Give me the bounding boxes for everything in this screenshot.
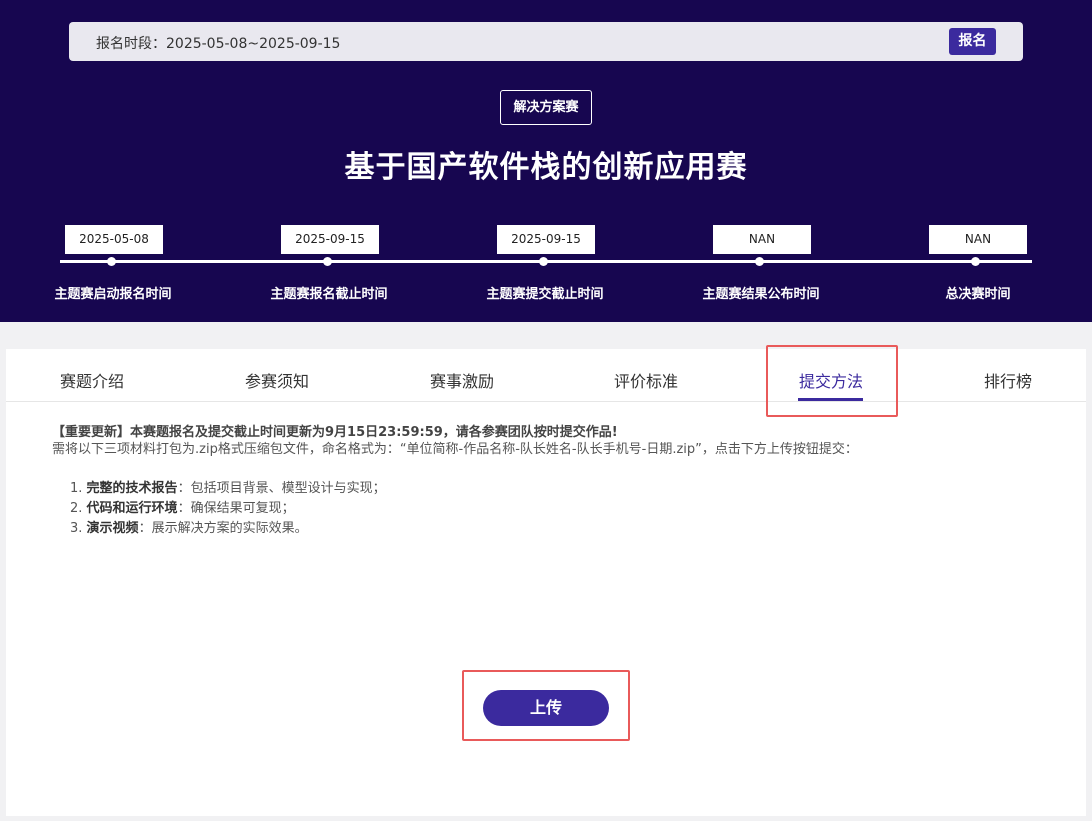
page-title: 基于国产软件栈的创新应用赛 xyxy=(344,150,748,185)
list-item: 1. 完整的技术报告：包括项目背景、模型设计与实现； xyxy=(70,479,386,499)
requirement-title: 演示视频 xyxy=(86,521,139,536)
content-panel: 赛题介绍 参赛须知 赛事激励 评价标准 提交方法 排行榜 xyxy=(6,349,1086,816)
timeline-date: NAN xyxy=(929,225,1027,254)
tab-bar: 赛题介绍 参赛须知 赛事激励 评价标准 提交方法 排行榜 xyxy=(6,349,1086,402)
upload-button[interactable]: 上传 xyxy=(483,690,609,726)
timeline-date: 2025-05-08 xyxy=(65,225,163,254)
registration-period: 报名时段：2025-05-08~2025-09-15 xyxy=(96,36,341,52)
requirements-list: 1. 完整的技术报告：包括项目背景、模型设计与实现； 2. 代码和运行环境：确保… xyxy=(70,479,386,539)
tab-intro[interactable]: 赛题介绍 xyxy=(60,368,124,392)
tab-criteria[interactable]: 评价标准 xyxy=(614,368,678,392)
header-banner: 报名时段：2025-05-08~2025-09-15 报名 解决方案赛 基于国产… xyxy=(0,0,1092,322)
list-item: 2. 代码和运行环境：确保结果可复现； xyxy=(70,499,386,519)
timeline-label: 主题赛提交截止时间 xyxy=(486,287,604,302)
list-number: 1. xyxy=(70,481,83,496)
requirement-title: 代码和运行环境 xyxy=(86,501,178,516)
tab-rules[interactable]: 参赛须知 xyxy=(245,368,309,392)
tab-highlight-box xyxy=(766,345,898,417)
timeline-date: 2025-09-15 xyxy=(497,225,595,254)
timeline-label: 总决赛时间 xyxy=(945,287,1011,302)
timeline-label: 主题赛启动报名时间 xyxy=(54,287,172,302)
timeline-dot xyxy=(539,257,548,266)
timeline-date: 2025-09-15 xyxy=(281,225,379,254)
important-notice: 【重要更新】本赛题报名及提交截止时间更新为9月15日23:59:59，请各参赛团… xyxy=(52,425,618,440)
tab-leaderboard[interactable]: 排行榜 xyxy=(984,368,1032,392)
timeline-dot xyxy=(107,257,116,266)
competition-type-badge: 解决方案赛 xyxy=(500,90,592,125)
timeline-dot xyxy=(971,257,980,266)
list-item: 3. 演示视频：展示解决方案的实际效果。 xyxy=(70,519,386,539)
tab-incentives[interactable]: 赛事激励 xyxy=(430,368,494,392)
timeline-dot xyxy=(323,257,332,266)
list-number: 3. xyxy=(70,521,83,536)
requirement-text: ：展示解决方案的实际效果。 xyxy=(138,521,308,536)
timeline-date: NAN xyxy=(713,225,811,254)
requirement-text: ：确保结果可复现； xyxy=(177,501,295,516)
timeline-label: 主题赛结果公布时间 xyxy=(702,287,820,302)
requirement-text: ：包括项目背景、模型设计与实现； xyxy=(177,481,386,496)
requirement-title: 完整的技术报告 xyxy=(86,481,178,496)
registration-bar: 报名时段：2025-05-08~2025-09-15 报名 xyxy=(69,22,1023,61)
submission-content: 【重要更新】本赛题报名及提交截止时间更新为9月15日23:59:59，请各参赛团… xyxy=(52,424,1052,536)
list-number: 2. xyxy=(70,501,83,516)
submission-description: 需将以下三项材料打包为.zip格式压缩包文件，命名格式为：“单位简称-作品名称-… xyxy=(52,442,858,457)
timeline-label: 主题赛报名截止时间 xyxy=(270,287,388,302)
register-button[interactable]: 报名 xyxy=(949,28,996,55)
timeline-dot xyxy=(755,257,764,266)
